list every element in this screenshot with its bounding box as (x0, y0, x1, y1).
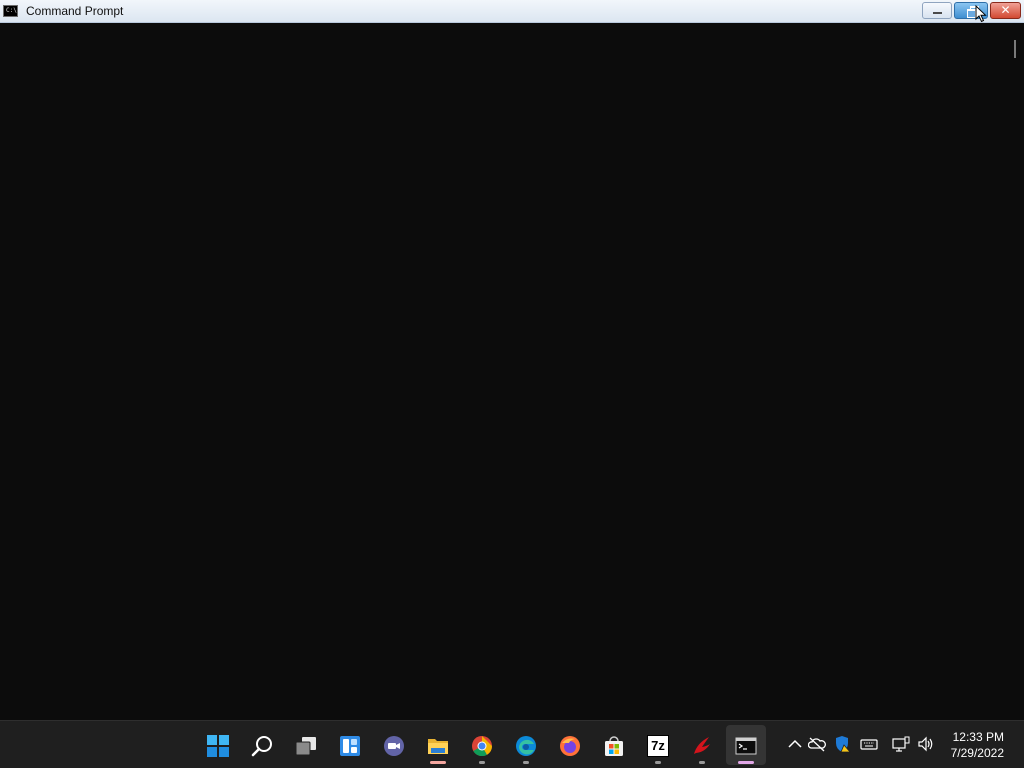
teams-chat-icon (384, 736, 404, 756)
onedrive-cloud-icon[interactable] (808, 735, 826, 753)
task-view-button[interactable] (286, 725, 326, 765)
folder-icon (428, 739, 448, 754)
search-button[interactable] (242, 725, 282, 765)
windows-logo-icon (207, 735, 229, 757)
search-icon (251, 736, 272, 757)
tk-button[interactable] (682, 725, 722, 765)
chrome-button[interactable] (462, 725, 502, 765)
tcl-feather-icon (694, 737, 710, 754)
edge-button[interactable] (506, 725, 546, 765)
7zip-button[interactable]: 7z (638, 725, 678, 765)
microsoft-store-button[interactable] (594, 725, 634, 765)
command-prompt-taskbar-button[interactable] (726, 725, 766, 765)
running-indicator (655, 761, 661, 764)
title-bar[interactable]: C:\ Command Prompt ✕ (0, 0, 1024, 23)
scrollbar-thumb[interactable] (1014, 40, 1016, 58)
7zip-label: 7z (651, 738, 665, 753)
app-icon-text: C:\ (6, 7, 17, 14)
clock-time: 12:33 PM (952, 730, 1004, 744)
volume-icon[interactable] (917, 735, 935, 753)
running-indicator (523, 761, 529, 764)
taskbar: 7z 12:33 PM 7/29/2022 (0, 720, 1024, 768)
vertical-scrollbar[interactable] (1007, 23, 1024, 720)
running-indicator (430, 761, 446, 764)
chevron-up-icon[interactable] (786, 735, 804, 753)
mouse-cursor-icon (975, 5, 987, 23)
widgets-icon (340, 736, 360, 756)
chat-button[interactable] (374, 725, 414, 765)
store-icon (605, 736, 623, 756)
close-icon: ✕ (1000, 3, 1011, 17)
keyboard-icon[interactable] (860, 735, 878, 753)
running-indicator (479, 761, 485, 764)
edge-icon (516, 736, 536, 756)
widgets-button[interactable] (330, 725, 370, 765)
7zip-icon: 7z (647, 735, 669, 757)
security-warning-icon[interactable] (833, 735, 851, 753)
clock-date: 7/29/2022 (950, 746, 1004, 760)
window-title: Command Prompt (26, 4, 124, 18)
file-explorer-button[interactable] (418, 725, 458, 765)
terminal-icon (735, 737, 757, 755)
minimize-button[interactable] (922, 2, 952, 19)
chrome-icon (472, 735, 493, 757)
task-view-icon (295, 737, 316, 756)
close-button[interactable]: ✕ (990, 2, 1021, 19)
running-indicator (699, 761, 705, 764)
command-prompt-icon[interactable]: C:\ (3, 5, 18, 17)
console-area[interactable] (0, 23, 1024, 720)
firefox-button[interactable] (550, 725, 590, 765)
system-clock[interactable]: 12:33 PM 7/29/2022 (951, 729, 1004, 761)
start-button[interactable] (198, 725, 238, 765)
network-icon[interactable] (892, 735, 910, 753)
active-indicator (738, 761, 754, 764)
firefox-icon (560, 736, 580, 756)
